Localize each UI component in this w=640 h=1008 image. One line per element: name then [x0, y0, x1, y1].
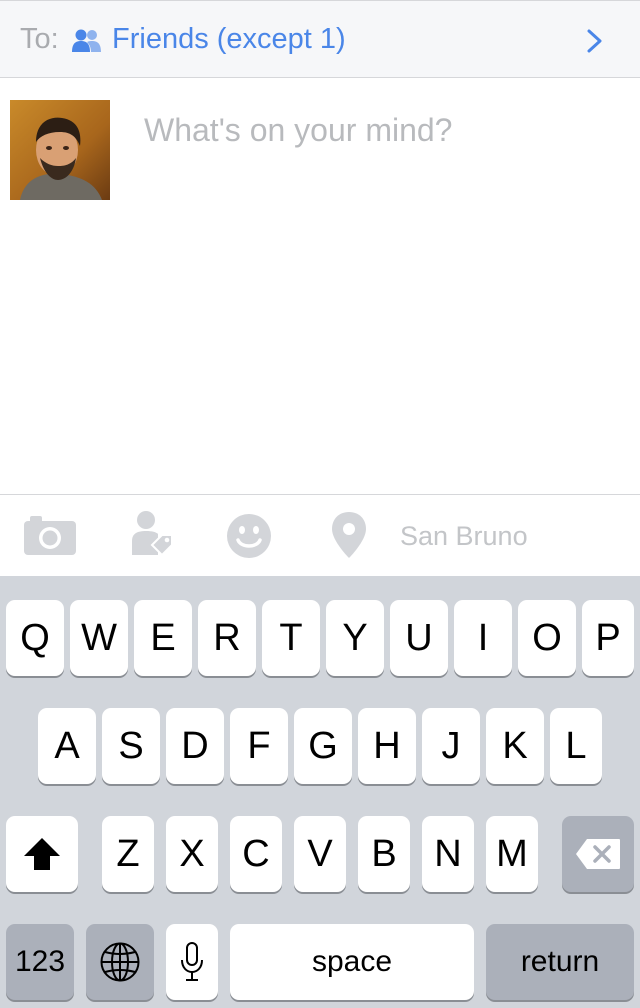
to-label: To:: [20, 23, 59, 55]
key-t[interactable]: T: [262, 600, 320, 676]
key-q[interactable]: Q: [6, 600, 64, 676]
feeling-smiley-icon[interactable]: [226, 513, 272, 559]
location-label[interactable]: San Bruno: [400, 521, 528, 552]
avatar: [10, 100, 110, 200]
backspace-icon: [576, 839, 620, 869]
key-k[interactable]: K: [486, 708, 544, 784]
key-a[interactable]: A: [38, 708, 96, 784]
key-v[interactable]: V: [294, 816, 346, 892]
key-z[interactable]: Z: [102, 816, 154, 892]
shift-key[interactable]: [6, 816, 78, 892]
key-u[interactable]: U: [390, 600, 448, 676]
tag-people-icon[interactable]: [128, 509, 176, 561]
status-input[interactable]: What's on your mind?: [144, 112, 452, 149]
key-g[interactable]: G: [294, 708, 352, 784]
key-f[interactable]: F: [230, 708, 288, 784]
key-i[interactable]: I: [454, 600, 512, 676]
camera-icon[interactable]: [24, 515, 76, 555]
delete-key[interactable]: [562, 816, 634, 892]
key-e[interactable]: E: [134, 600, 192, 676]
key-y[interactable]: Y: [326, 600, 384, 676]
key-c[interactable]: C: [230, 816, 282, 892]
microphone-key[interactable]: [166, 924, 218, 1000]
key-w[interactable]: W: [70, 600, 128, 676]
key-b[interactable]: B: [358, 816, 410, 892]
key-r[interactable]: R: [198, 600, 256, 676]
audience-value[interactable]: Friends (except 1): [112, 23, 346, 56]
globe-key[interactable]: [86, 924, 154, 1000]
key-j[interactable]: J: [422, 708, 480, 784]
location-pin-icon[interactable]: [330, 511, 368, 559]
return-key[interactable]: return: [486, 924, 634, 1000]
key-n[interactable]: N: [422, 816, 474, 892]
key-o[interactable]: O: [518, 600, 576, 676]
microphone-icon: [181, 942, 203, 981]
friends-icon: [72, 29, 101, 52]
shift-arrow-icon: [24, 838, 60, 870]
key-m[interactable]: M: [486, 816, 538, 892]
globe-icon: [100, 942, 140, 982]
key-d[interactable]: D: [166, 708, 224, 784]
keyboard: Q W E R T Y U I O P A S D F G H J K L Z …: [0, 576, 640, 1008]
attachment-bar: San Bruno: [0, 494, 640, 576]
chevron-right-icon[interactable]: [584, 28, 606, 54]
numbers-key[interactable]: 123: [6, 924, 74, 1000]
audience-selector[interactable]: To: Friends (except 1): [0, 0, 640, 78]
key-l[interactable]: L: [550, 708, 602, 784]
space-key[interactable]: space: [230, 924, 474, 1000]
key-h[interactable]: H: [358, 708, 416, 784]
key-p[interactable]: P: [582, 600, 634, 676]
key-x[interactable]: X: [166, 816, 218, 892]
key-s[interactable]: S: [102, 708, 160, 784]
